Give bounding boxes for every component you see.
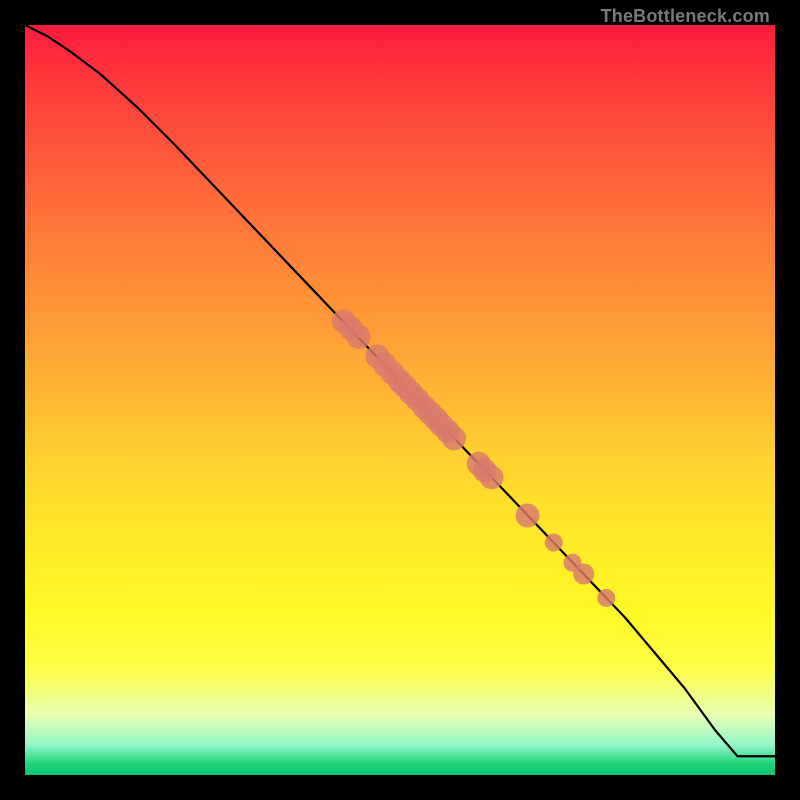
markers-group (332, 309, 616, 607)
data-marker (516, 504, 540, 528)
data-marker (597, 589, 615, 607)
data-marker (347, 325, 371, 349)
chart-svg (25, 25, 775, 775)
data-marker (573, 564, 594, 585)
data-marker (480, 465, 504, 489)
watermark-text: TheBottleneck.com (601, 6, 770, 27)
data-marker (442, 426, 466, 450)
plot-area (25, 25, 775, 775)
chart-frame: TheBottleneck.com (0, 0, 800, 800)
data-marker (545, 534, 563, 552)
